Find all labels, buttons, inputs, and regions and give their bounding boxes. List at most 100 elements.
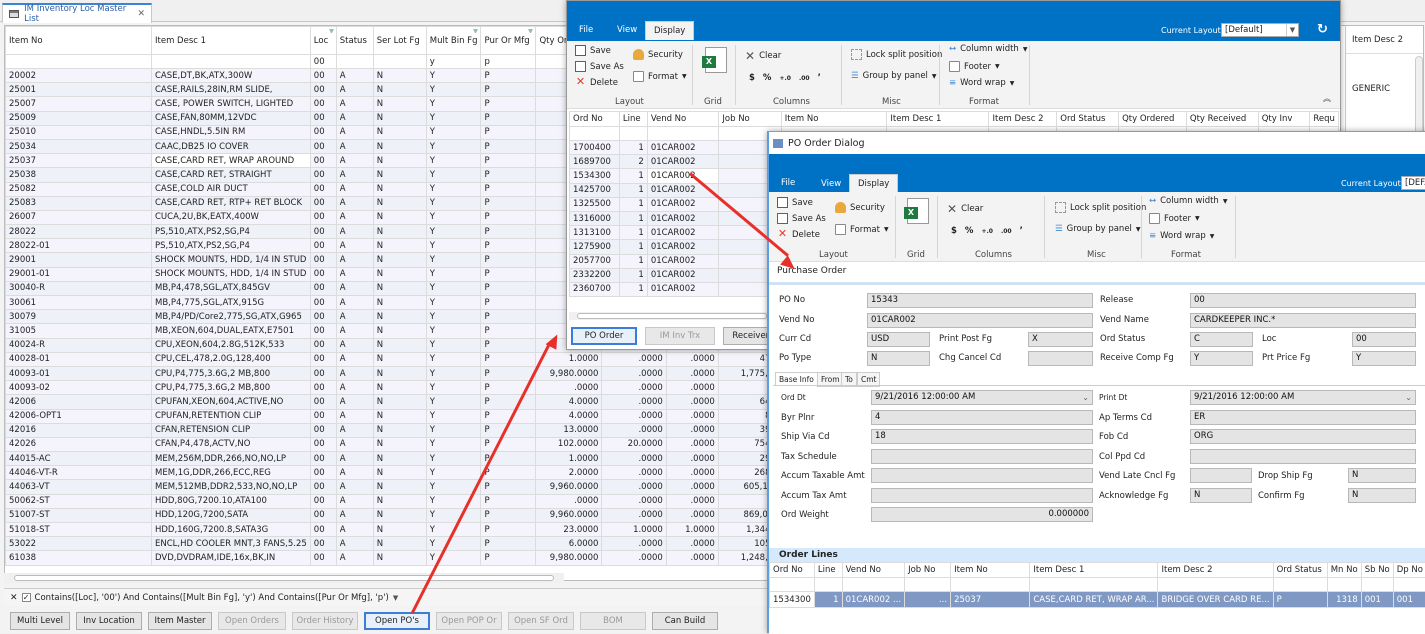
can-build-button[interactable]: Can Build xyxy=(652,612,718,630)
table-row[interactable]: 1534300101CAR002 ......25037CASE,CARD RE… xyxy=(770,592,1425,608)
export-excel-button[interactable]: X xyxy=(705,47,727,73)
clear-button[interactable]: ✕Clear xyxy=(745,49,781,63)
order-history-button[interactable]: Order History xyxy=(292,612,358,630)
column-header-ord-status[interactable]: Ord Status xyxy=(1273,563,1327,578)
column-header-ser-lot-fg[interactable]: Ser Lot Fg xyxy=(373,27,426,55)
column-header-line[interactable]: Line xyxy=(619,112,647,127)
filter-cell-mn-no[interactable] xyxy=(1327,578,1361,592)
open-po-s-button[interactable]: Open PO's xyxy=(364,612,430,630)
filter-enabled-checkbox[interactable]: ✓ xyxy=(22,593,31,602)
group-by-panel-button[interactable]: ☰Group by panel▼ xyxy=(1055,224,1141,234)
table-row[interactable]: 53022ENCL,HD COOLER MNT,3 FANS,5.2500ANY… xyxy=(6,537,799,551)
column-header-line[interactable]: Line xyxy=(814,563,842,578)
filter-cell-ord-no[interactable] xyxy=(570,127,620,141)
column-header-item-desc-1[interactable]: Item Desc 1 xyxy=(887,112,989,127)
clear-button[interactable]: ✕Clear xyxy=(947,202,983,216)
column-header-vend-no[interactable]: Vend No xyxy=(647,112,719,127)
filter-icon[interactable] xyxy=(329,29,334,34)
tab-im-inventory-loc-master-list[interactable]: IM Inventory Loc Master List ✕ xyxy=(2,3,152,23)
save-button[interactable]: Save xyxy=(575,45,611,56)
column-header-status[interactable]: Status xyxy=(336,27,373,55)
decrease-decimal-button[interactable]: .00 xyxy=(1001,228,1012,235)
vend-late-cncl-fg-field[interactable] xyxy=(1190,468,1252,483)
filter-expression[interactable]: Contains([Loc], '00') And Contains([Mult… xyxy=(35,593,389,603)
filter-icon[interactable] xyxy=(528,29,533,34)
percent-format-button[interactable]: % xyxy=(965,226,974,236)
column-header-ord-no[interactable]: Ord No xyxy=(770,563,815,578)
clear-filter-icon[interactable]: ✕ xyxy=(10,593,18,603)
filter-dropdown-icon[interactable]: ▼ xyxy=(393,594,398,602)
ribbon-tab-file[interactable]: File xyxy=(781,178,795,188)
column-header-requ[interactable]: Requ xyxy=(1310,112,1339,127)
word-wrap-button[interactable]: ≡Word wrap▼ xyxy=(1149,231,1214,241)
filter-cell-ord-status[interactable] xyxy=(1273,578,1327,592)
column-header-sb-no[interactable]: Sb No xyxy=(1361,563,1393,578)
po-type-field[interactable]: N xyxy=(867,351,930,366)
table-row[interactable]: 42026CFAN,P4,478,ACTV,NO00ANYP102.000020… xyxy=(6,437,799,451)
current-layout-select[interactable]: [Default]▼ xyxy=(1221,23,1299,37)
ribbon-tab-view[interactable]: View xyxy=(821,179,841,189)
tab-base-info[interactable]: Base Info xyxy=(775,372,818,386)
fob-cd-field[interactable]: ORG xyxy=(1190,429,1416,444)
column-header-item-desc-2[interactable]: Item Desc 2 xyxy=(989,112,1057,127)
filter-cell-sb-no[interactable] xyxy=(1361,578,1393,592)
ship-via-cd-field[interactable]: 18 xyxy=(871,429,1093,444)
print-dt-picker[interactable]: 9/21/2016 12:00:00 AM⌄ xyxy=(1190,390,1416,405)
word-wrap-button[interactable]: ≡Word wrap▼ xyxy=(949,78,1014,88)
po-order-button[interactable]: PO Order xyxy=(571,327,637,345)
im-inv-trx-button[interactable]: IM Inv Trx xyxy=(645,327,715,345)
curr-cd-field[interactable]: USD xyxy=(867,332,930,347)
receive-comp-fg-field[interactable]: Y xyxy=(1190,351,1253,366)
ord-dt-picker[interactable]: 9/21/2016 12:00:00 AM⌄ xyxy=(871,390,1093,405)
close-tab-icon[interactable]: ✕ xyxy=(137,9,145,19)
column-header-pur-or-mfg[interactable]: Pur Or Mfg xyxy=(481,27,536,55)
open-orders-button[interactable]: Open Orders xyxy=(218,612,286,630)
vend-name-field[interactable]: CARDKEEPER INC.* xyxy=(1190,313,1416,328)
column-header-item-no[interactable]: Item No xyxy=(6,27,152,55)
col-ppd-cd-field[interactable] xyxy=(1190,449,1416,464)
collapse-ribbon-icon[interactable]: ︽ xyxy=(1323,93,1331,104)
lock-split-position-button[interactable]: Lock split position xyxy=(1055,202,1146,213)
column-header-item-desc-1[interactable]: Item Desc 1 xyxy=(152,27,311,55)
decrease-decimal-button[interactable]: .00 xyxy=(799,75,810,82)
group-by-panel-button[interactable]: ☰Group by panel▼ xyxy=(851,71,937,81)
column-header-item-desc-2[interactable]: Item Desc 2 xyxy=(1158,563,1273,578)
horizontal-scrollbar[interactable] xyxy=(569,312,769,320)
ord-status-field[interactable]: C xyxy=(1190,332,1253,347)
drop-ship-fg-field[interactable]: N xyxy=(1348,468,1416,483)
delete-button[interactable]: ✕Delete xyxy=(777,229,820,240)
table-row[interactable]: 40093-02CPU,P4,775,3.6G,2 MB,80000ANYP.0… xyxy=(6,381,799,395)
filter-cell-pur-or-mfg[interactable]: p xyxy=(481,55,536,69)
filter-cell-line[interactable] xyxy=(619,127,647,141)
filter-cell-item-desc-2[interactable] xyxy=(1158,578,1273,592)
security-button[interactable]: Security xyxy=(835,202,885,213)
vend-no-field[interactable]: 01CAR002 xyxy=(867,313,1093,328)
lock-split-position-button[interactable]: Lock split position xyxy=(851,49,942,60)
column-header-item-desc-1[interactable]: Item Desc 1 xyxy=(1030,563,1158,578)
footer-button[interactable]: Footer▼ xyxy=(949,61,1000,72)
filter-cell-mult-bin-fg[interactable]: y xyxy=(426,55,481,69)
column-width-button[interactable]: ↔Column width▼ xyxy=(1149,196,1227,206)
open-pop-or-button[interactable]: Open POP Or xyxy=(436,612,502,630)
print-post-fg-field[interactable]: X xyxy=(1028,332,1093,347)
tax-schedule-field[interactable] xyxy=(871,449,1093,464)
column-header-qty-inv[interactable]: Qty Inv xyxy=(1258,112,1310,127)
column-header-mult-bin-fg[interactable]: Mult Bin Fg xyxy=(426,27,481,55)
filter-cell-vend-no[interactable] xyxy=(647,127,719,141)
filter-cell-job-no[interactable] xyxy=(905,578,951,592)
byr-plnr-field[interactable]: 4 xyxy=(871,410,1093,425)
column-header-item-no[interactable]: Item No xyxy=(781,112,887,127)
table-row[interactable]: 42016CFAN,RETENSION CLIP00ANYP13.0000.00… xyxy=(6,423,799,437)
comma-format-button[interactable]: ’ xyxy=(1020,226,1023,236)
refresh-icon[interactable]: ↻ xyxy=(1317,22,1328,37)
currency-format-button[interactable]: $ xyxy=(951,226,957,236)
comma-format-button[interactable]: ’ xyxy=(818,73,821,83)
current-layout-select[interactable]: [DEFAULT] xyxy=(1401,176,1425,190)
open-sf-ord-button[interactable]: Open SF Ord xyxy=(508,612,574,630)
loc-field[interactable]: 00 xyxy=(1352,332,1416,347)
inv-location-button[interactable]: Inv Location xyxy=(76,612,142,630)
filter-cell-ord-no[interactable] xyxy=(770,578,815,592)
increase-decimal-button[interactable]: +.0 xyxy=(981,228,992,235)
prt-price-fg-field[interactable]: Y xyxy=(1352,351,1416,366)
ap-terms-cd-field[interactable]: ER xyxy=(1190,410,1416,425)
